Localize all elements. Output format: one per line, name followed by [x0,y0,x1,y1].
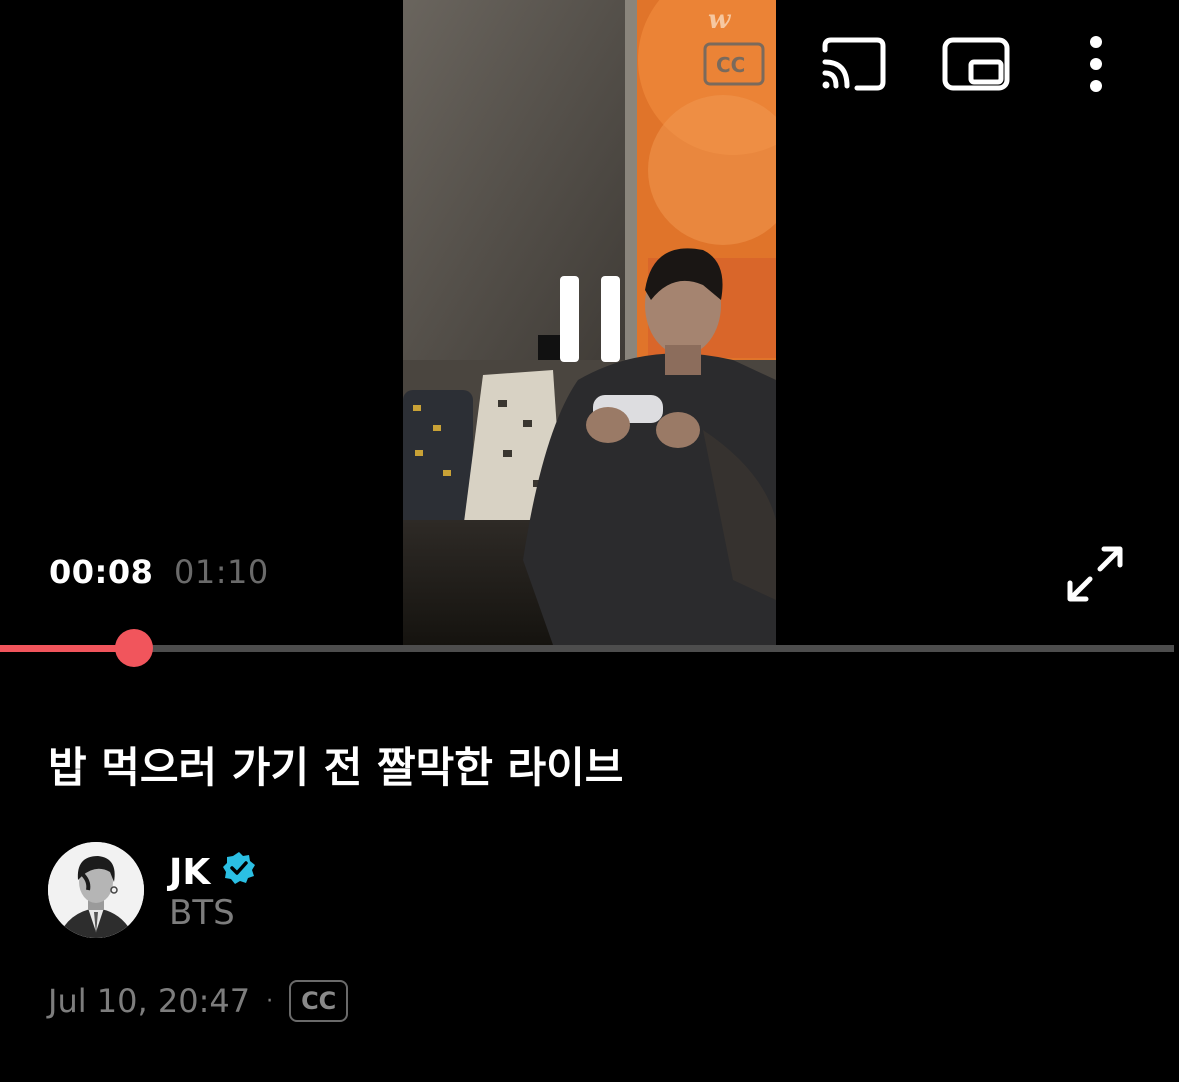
total-duration: 01:10 [174,553,269,591]
channel-subtitle: BTS [169,893,235,933]
progress-thumb[interactable] [115,629,153,667]
avatar[interactable] [48,842,144,938]
video-meta: Jul 10, 20:47 · CC [48,980,349,1022]
picture-in-picture-icon[interactable] [940,34,1012,94]
svg-text:w: w [708,5,732,35]
more-vertical-icon[interactable] [1080,34,1112,94]
pause-bar-left [560,276,579,362]
cc-badge: CC [289,980,349,1022]
progress-fill [0,645,134,652]
fullscreen-icon[interactable] [1064,543,1126,605]
meta-separator: · [266,988,274,1014]
upload-date: Jul 10, 20:47 [48,982,251,1020]
channel-name[interactable]: JK [169,851,256,894]
pause-icon[interactable] [560,276,620,364]
current-time: 00:08 [49,553,154,591]
pause-bar-right [601,276,620,362]
channel-name-text: JK [169,852,211,893]
svg-text:CC: CC [716,53,745,77]
progress-bar[interactable] [0,629,1174,667]
video-player[interactable]: w CC 00:08 01:10 [0,0,1179,667]
avatar-image [48,842,144,938]
video-title: 밥 먹으러 가기 전 짤막한 라이브 [48,743,624,792]
cast-icon[interactable] [818,34,890,94]
verified-badge-icon [222,851,256,894]
